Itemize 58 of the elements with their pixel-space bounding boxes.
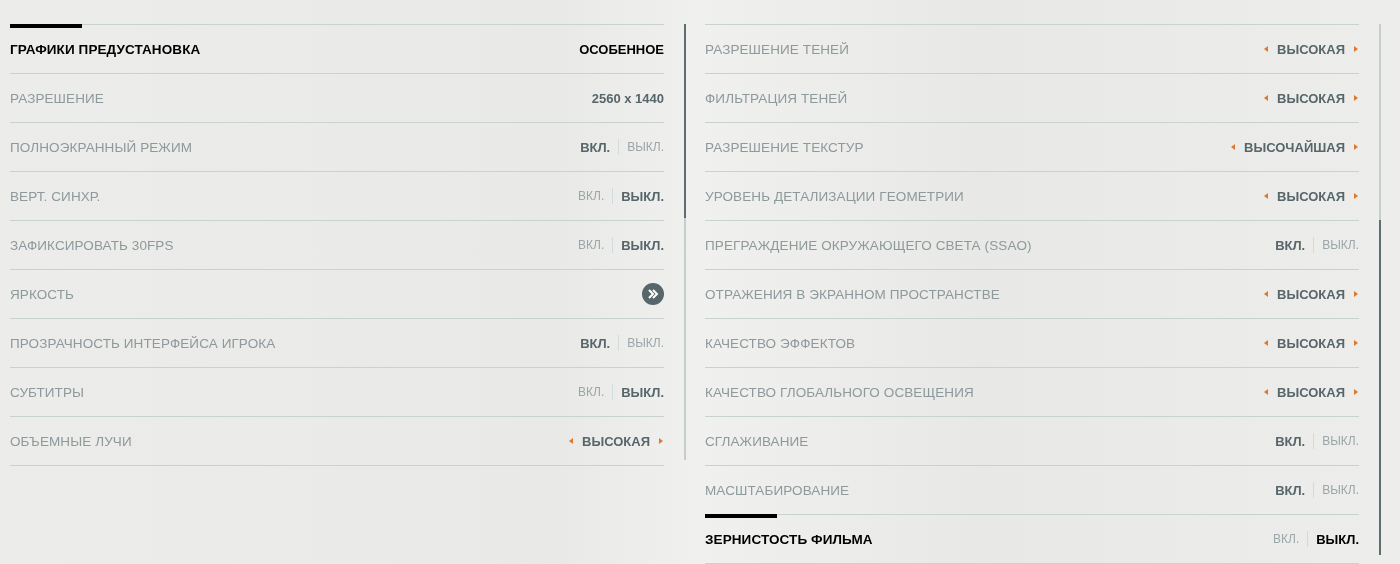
setting-label: ЯРКОСТЬ <box>10 286 75 302</box>
right-arrow-icon[interactable] <box>1353 45 1359 53</box>
left-arrow-icon[interactable] <box>1263 339 1270 347</box>
toggle-option[interactable]: ВКЛ. <box>580 139 611 155</box>
setting-label: МАСШТАБИРОВАНИЕ <box>705 482 850 498</box>
setting-value: ВЫСОКАЯ <box>1277 90 1345 106</box>
toggle-option[interactable]: ВЫКЛ. <box>621 384 664 400</box>
setting-label: СГЛАЖИВАНИЕ <box>705 433 809 449</box>
setting-value: ВЫСОКАЯ <box>1277 188 1345 204</box>
right-arrow-icon[interactable] <box>1353 94 1359 102</box>
left-arrow-icon[interactable] <box>1263 45 1270 53</box>
scrollbar[interactable] <box>1379 24 1381 555</box>
setting-label: РАЗРЕШЕНИЕ ТЕКСТУР <box>705 139 864 155</box>
setting-label: ОБЪЕМНЫЕ ЛУЧИ <box>10 433 132 449</box>
setting-label: РАЗРЕШЕНИЕ ТЕНЕЙ <box>705 41 849 57</box>
setting-label: КАЧЕСТВО ЭФФЕКТОВ <box>705 335 856 351</box>
scrollbar[interactable] <box>684 24 686 460</box>
right-arrow-icon[interactable] <box>1353 143 1359 151</box>
setting-label: ФИЛЬТРАЦИЯ ТЕНЕЙ <box>705 90 848 106</box>
setting-label: УРОВЕНЬ ДЕТАЛИЗАЦИИ ГЕОМЕТРИИ <box>705 188 964 204</box>
toggle-option[interactable]: ВЫКЛ. <box>1316 531 1359 547</box>
setting-value: ВЫСОЧАЙШАЯ <box>1244 139 1345 155</box>
setting-label: КАЧЕСТВО ГЛОБАЛЬНОГО ОСВЕЩЕНИЯ <box>705 384 974 400</box>
toggle-option[interactable]: ВКЛ. <box>1275 433 1306 449</box>
toggle-option[interactable]: ВКЛ. <box>1275 482 1306 498</box>
setting-label: СУБТИТРЫ <box>10 384 85 400</box>
right-arrow-icon[interactable] <box>1353 192 1359 200</box>
left-arrow-icon[interactable] <box>1230 143 1237 151</box>
left-arrow-icon[interactable] <box>1263 388 1270 396</box>
toggle-option[interactable]: ВКЛ. <box>1275 237 1306 253</box>
setting-label: ПРОЗРАЧНОСТЬ ИНТЕРФЕЙСА ИГРОКА <box>10 335 276 351</box>
setting-value: ВЫСОКАЯ <box>582 433 650 449</box>
left-arrow-icon[interactable] <box>1263 290 1270 298</box>
right-arrow-icon[interactable] <box>1353 339 1359 347</box>
right-arrow-icon[interactable] <box>1353 388 1359 396</box>
right-arrow-icon[interactable] <box>1353 290 1359 298</box>
right-arrow-icon[interactable] <box>658 437 664 445</box>
left-arrow-icon[interactable] <box>1263 192 1270 200</box>
left-arrow-icon[interactable] <box>568 437 575 445</box>
setting-label: ГРАФИКИ ПРЕДУСТАНОВКА <box>10 41 201 57</box>
setting-label: ОТРАЖЕНИЯ В ЭКРАННОМ ПРОСТРАНСТВЕ <box>705 286 1000 302</box>
setting-value: ВЫСОКАЯ <box>1277 335 1345 351</box>
setting-value: ВЫСОКАЯ <box>1277 41 1345 57</box>
toggle-option[interactable]: ВЫКЛ. <box>621 237 664 253</box>
toggle-option[interactable]: ВКЛ. <box>580 335 611 351</box>
setting-value: ВЫСОКАЯ <box>1277 384 1345 400</box>
setting-value[interactable]: 2560 x 1440 <box>591 90 664 106</box>
setting-value: ВЫСОКАЯ <box>1277 286 1345 302</box>
setting-value[interactable]: ОСОБЕННОЕ <box>579 41 664 57</box>
setting-label: ПОЛНОЭКРАННЫЙ РЕЖИМ <box>10 139 193 155</box>
setting-label: ЗАФИКСИРОВАТЬ 30FPS <box>10 237 174 253</box>
setting-label: РАЗРЕШЕНИЕ <box>10 90 104 106</box>
double-chevron-icon[interactable] <box>642 283 664 305</box>
left-arrow-icon[interactable] <box>1263 94 1270 102</box>
setting-label: ВЕРТ. СИНХР. <box>10 188 101 204</box>
setting-label: ЗЕРНИСТОСТЬ ФИЛЬМА <box>705 531 873 547</box>
setting-label: ПРЕГРАЖДЕНИЕ ОКРУЖАЮЩЕГО СВЕТА (SSAO) <box>705 237 1032 253</box>
toggle-option[interactable]: ВЫКЛ. <box>621 188 664 204</box>
